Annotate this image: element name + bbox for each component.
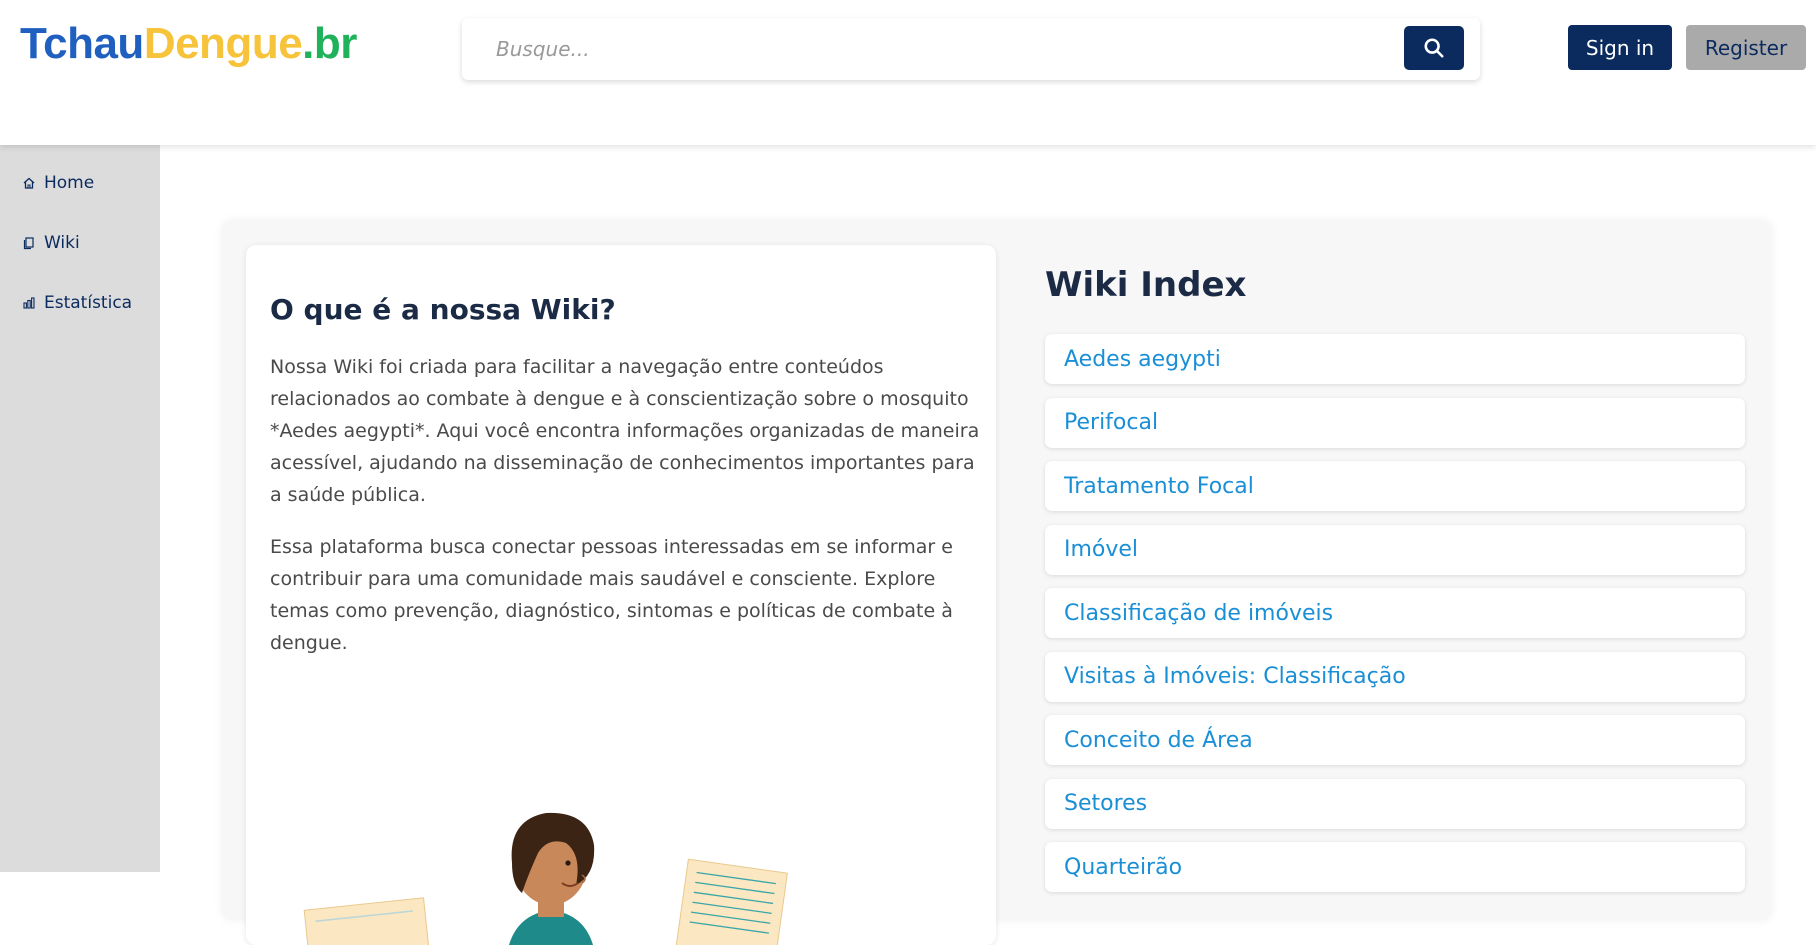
wiki-index-item[interactable]: Perifocal (1045, 397, 1745, 448)
wiki-index-list: Aedes aegypti Perifocal Tratamento Focal… (1045, 334, 1745, 906)
search-icon (1424, 38, 1444, 58)
wiki-index-item[interactable]: Tratamento Focal (1045, 461, 1745, 511)
search-bar (462, 18, 1480, 80)
wiki-index-item[interactable]: Classificação de imóveis (1045, 588, 1745, 638)
wiki-illustration (303, 812, 788, 945)
logo-part-3: .br (302, 19, 357, 68)
bar-chart-icon (22, 296, 36, 310)
wiki-index-item[interactable]: Quarteirão (1045, 842, 1745, 892)
logo-part-2: Dengue (143, 19, 303, 68)
wiki-index-item[interactable]: Imóvel (1045, 524, 1745, 575)
search-input[interactable] (496, 30, 1376, 68)
wiki-index-item[interactable]: Aedes aegypti (1045, 334, 1745, 384)
search-button[interactable] (1404, 26, 1464, 70)
wiki-index-item[interactable]: Setores (1045, 778, 1745, 829)
home-icon (22, 176, 36, 190)
sidebar-item-wiki[interactable]: Wiki (22, 233, 80, 253)
about-wiki-card: O que é a nossa Wiki? Nossa Wiki foi cri… (246, 245, 996, 945)
sign-in-button[interactable]: Sign in (1568, 25, 1672, 70)
wiki-index-item[interactable]: Conceito de Área (1045, 715, 1745, 765)
wiki-index-title: Wiki Index (1045, 265, 1247, 305)
document-icon (22, 236, 36, 250)
sidebar-item-label: Home (44, 173, 95, 193)
about-title: O que é a nossa Wiki? (270, 293, 616, 326)
about-paragraph-1: Nossa Wiki foi criada para facilitar a n… (270, 356, 980, 506)
sidebar-item-label: Wiki (44, 233, 80, 253)
sidebar-item-label: Estatística (44, 293, 133, 313)
wiki-index-item[interactable]: Visitas à Imóveis: Classificação (1045, 651, 1745, 702)
site-logo[interactable]: TchauDengue.br (20, 18, 357, 70)
sidebar-item-estatistica[interactable]: Estatística (22, 293, 132, 313)
register-button[interactable]: Register (1686, 25, 1806, 70)
sidebar: Home Wiki Estatística (0, 145, 160, 872)
header: TchauDengue.br Sign in Register (0, 0, 1816, 145)
logo-part-1: Tchau (20, 19, 144, 68)
about-paragraph-2: Essa plataforma busca conectar pessoas i… (270, 536, 953, 654)
sidebar-item-home[interactable]: Home (22, 173, 94, 193)
